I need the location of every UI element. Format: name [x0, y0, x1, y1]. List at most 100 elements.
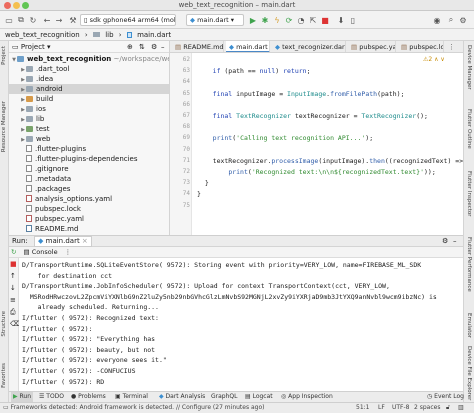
back-arrow-icon[interactable]: ←: [42, 14, 52, 26]
print-icon[interactable]: ⎙: [10, 308, 16, 317]
chevron-down-icon[interactable]: ▾: [47, 43, 51, 51]
tool-tab-label: Terminal: [122, 393, 148, 400]
project-tree-item[interactable]: pubspec.lock: [9, 204, 169, 214]
project-tree-item[interactable]: README.md: [9, 224, 169, 234]
project-tree-item-label: README.md: [35, 225, 79, 233]
hide-panel-icon[interactable]: –: [161, 41, 165, 53]
rerun-icon[interactable]: ↻: [11, 248, 16, 256]
editor-tab[interactable]: ◆ text_recognizer.dart×: [272, 41, 346, 52]
lock-icon[interactable]: 🔓︎: [446, 403, 450, 413]
more-tabs-icon[interactable]: ⋮: [448, 41, 455, 52]
project-tree-item[interactable]: ▶ lib: [9, 114, 169, 124]
attach-debugger-icon[interactable]: ⇱: [308, 14, 318, 26]
favorites-tool-button[interactable]: Favorites: [1, 363, 7, 388]
project-tree-item[interactable]: ▶ test: [9, 124, 169, 134]
project-panel-header: ▭ Project ▾ ⊕ ⇅ ⚙ –: [9, 41, 169, 53]
hot-reload-icon[interactable]: ϟ: [272, 14, 282, 26]
line-number: 69: [182, 134, 190, 142]
line-number: 63: [182, 67, 190, 75]
status-message[interactable]: Frameworks detected: Android framework i…: [11, 404, 265, 411]
run-tab-main[interactable]: ◆ main.dart ×: [34, 236, 92, 247]
editor-tab-label: pubspec.yaml: [359, 43, 395, 51]
save-all-icon[interactable]: ⧉: [16, 14, 26, 26]
flutter-inspector-tool-button[interactable]: Flutter Inspector: [466, 171, 472, 217]
hot-restart-icon[interactable]: ⟳: [284, 14, 294, 26]
project-tree-item[interactable]: ▶ .dart_tool: [9, 64, 169, 74]
project-tree-item[interactable]: .flutter-plugins: [9, 144, 169, 154]
project-tree-item[interactable]: ▶ android: [9, 84, 169, 94]
inspection-widget[interactable]: ⚠2 ∧ ∨: [423, 56, 445, 63]
project-tool-button[interactable]: Project: [1, 46, 7, 65]
stop-icon[interactable]: ■: [10, 260, 17, 268]
project-tree-item-label: test: [36, 125, 50, 133]
editor-tab[interactable]: ▤ README.md×: [172, 41, 224, 52]
search-icon[interactable]: ⌕: [446, 14, 456, 26]
project-tree-item-label: .metadata: [35, 175, 72, 183]
dart-config-icon: ◆: [38, 237, 46, 245]
flutter-performance-tool-button[interactable]: Flutter Performance: [466, 237, 472, 292]
scroll-down-icon[interactable]: ↓: [10, 284, 16, 292]
project-tree-item-label: .dart_tool: [36, 65, 70, 73]
caret-position[interactable]: 51:1: [356, 403, 369, 413]
hide-panel-icon[interactable]: –: [453, 236, 457, 247]
project-tree-item[interactable]: ▼web_text_recognition ~/workspace/web_te: [9, 54, 169, 64]
line-number: 68: [182, 123, 190, 131]
project-tree-item[interactable]: ▶ build: [9, 94, 169, 104]
project-tree-item[interactable]: .packages: [9, 184, 169, 194]
device-manager-icon[interactable]: ▯: [348, 14, 358, 26]
code-editor[interactable]: 62 63 64 65 66 67 68 69 70 71 72 73 74 75 ⚠2 ∧ ∨ if (…: [170, 53, 463, 235]
more-icon[interactable]: ⋮: [65, 248, 72, 256]
account-icon[interactable]: ◉: [432, 14, 442, 26]
breadcrumb-file[interactable]: main.dart: [137, 31, 171, 39]
minimize-window-button[interactable]: [13, 2, 20, 9]
debug-icon[interactable]: ✱: [260, 14, 270, 26]
structure-tool-button[interactable]: Structure: [1, 311, 7, 337]
close-window-button[interactable]: [4, 2, 11, 9]
forward-arrow-icon[interactable]: →: [54, 14, 64, 26]
project-tree-item[interactable]: pubspec.yaml: [9, 214, 169, 224]
sync-icon[interactable]: ↻: [28, 14, 38, 26]
project-tree-item[interactable]: .flutter-plugins-dependencies: [9, 154, 169, 164]
breadcrumb-project[interactable]: web_text_recognition: [5, 31, 80, 39]
collapse-all-icon[interactable]: ⊕: [127, 41, 133, 53]
project-view-selector[interactable]: Project: [21, 43, 45, 51]
console-output[interactable]: D/TransportRuntime.SQLiteEventStore( 957…: [19, 258, 463, 391]
panel-settings-icon[interactable]: ⚙: [151, 41, 157, 53]
project-tree-item[interactable]: ▶ ios: [9, 104, 169, 114]
open-folder-icon[interactable]: ▭: [4, 14, 14, 26]
profile-icon[interactable]: ◔: [296, 14, 306, 26]
settings-gear-icon[interactable]: ⚙: [442, 236, 448, 247]
hammer-icon[interactable]: ⚒: [68, 14, 78, 26]
project-tree-item[interactable]: analysis_options.yaml: [9, 194, 169, 204]
device-file-explorer-tool-button[interactable]: Device File Explorer: [466, 346, 472, 400]
project-tree-item[interactable]: ▶ .idea: [9, 74, 169, 84]
stop-icon[interactable]: ■: [320, 14, 330, 26]
memory-indicator-icon[interactable]: ▥: [458, 403, 464, 413]
expand-all-icon[interactable]: ⇅: [139, 41, 145, 53]
settings-gear-icon[interactable]: ⚙: [458, 14, 468, 26]
breadcrumb-lib[interactable]: lib: [105, 31, 113, 39]
emulator-tool-button[interactable]: Emulator: [466, 313, 472, 338]
editor-tab[interactable]: ▤ pubspec.yaml×: [348, 41, 396, 52]
device-manager-tool-button[interactable]: Device Manager: [466, 45, 472, 90]
close-icon[interactable]: ×: [80, 237, 88, 245]
line-separator[interactable]: LF: [378, 403, 385, 413]
run-config-selector[interactable]: ◆ main.dart ▾: [186, 14, 244, 26]
project-tree-item[interactable]: .gitignore: [9, 164, 169, 174]
project-tree-item[interactable]: ▶ web: [9, 134, 169, 144]
flutter-outline-tool-button[interactable]: Flutter Outline: [466, 109, 472, 149]
sdk-manager-icon[interactable]: ⬇: [336, 14, 346, 26]
file-encoding[interactable]: UTF-8: [392, 403, 410, 413]
zoom-window-button[interactable]: [22, 2, 29, 9]
device-selector[interactable]: ▯ sdk gphone64 arm64 (mobile): [80, 14, 176, 26]
run-icon[interactable]: ▶: [248, 14, 258, 26]
project-tree-item[interactable]: .metadata: [9, 174, 169, 184]
resource-manager-tool-button[interactable]: Resource Manager: [1, 101, 7, 152]
folder-icon: [26, 76, 33, 82]
console-tab[interactable]: Console: [32, 248, 58, 256]
scroll-up-icon[interactable]: ↑: [10, 272, 16, 280]
editor-tab[interactable]: ◆ main.dart×: [226, 41, 270, 52]
editor-tab[interactable]: ▤ pubspec.lock×: [398, 41, 444, 52]
indent-setting[interactable]: 2 spaces: [414, 403, 440, 413]
soft-wrap-icon[interactable]: ≡: [10, 296, 16, 304]
